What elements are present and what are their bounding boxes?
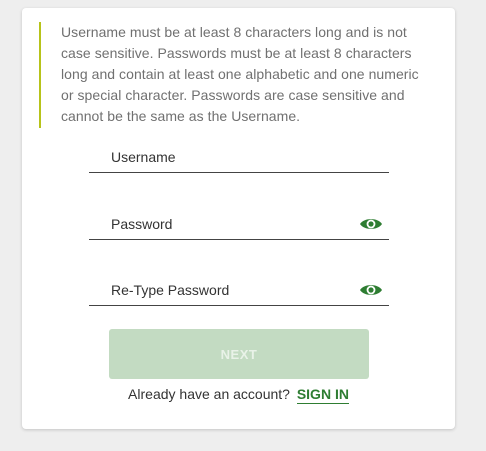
retype-password-input[interactable] (89, 269, 389, 305)
retype-password-field[interactable]: Re-Type Password (89, 269, 389, 306)
username-input[interactable] (89, 136, 389, 172)
username-field[interactable]: Username (89, 136, 389, 173)
sign-in-link[interactable]: SIGN IN (296, 386, 349, 404)
eye-icon[interactable] (359, 216, 383, 232)
password-input[interactable] (89, 203, 389, 239)
requirements-info: Username must be at least 8 characters l… (39, 22, 421, 128)
requirements-text: Username must be at least 8 characters l… (61, 24, 419, 124)
next-button[interactable]: NEXT (109, 329, 369, 379)
signin-prompt: Already have an account? (128, 386, 290, 402)
password-field[interactable]: Password (89, 203, 389, 240)
eye-icon[interactable] (359, 282, 383, 298)
registration-card: Username must be at least 8 characters l… (22, 8, 455, 429)
signin-row: Already have an account? SIGN IN (22, 386, 455, 404)
